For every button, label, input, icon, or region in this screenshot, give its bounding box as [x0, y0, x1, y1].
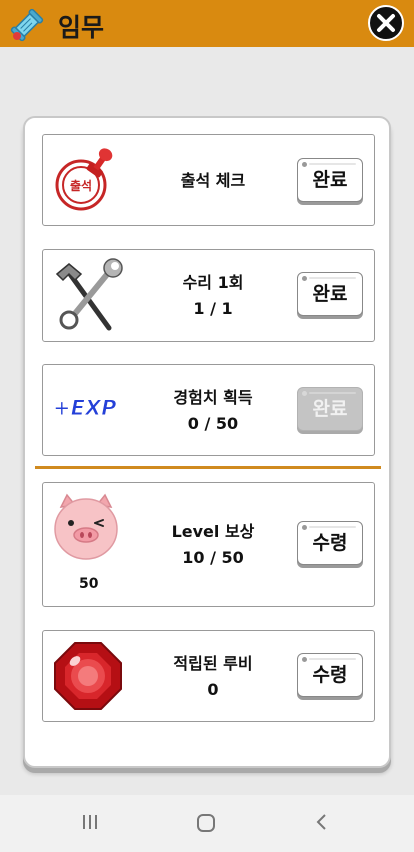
- mission-progress: 0 / 50: [187, 414, 239, 433]
- recent-apps-icon: [83, 815, 97, 829]
- mission-card-attendance: 출석 출석 체크 완료: [42, 134, 375, 226]
- reward-value: 0: [207, 680, 219, 699]
- exp-icon: +EXP: [51, 391, 123, 425]
- mission-title: 출석 체크: [180, 171, 246, 190]
- reward-title: 적립된 루비: [173, 654, 253, 673]
- section-divider: [35, 466, 381, 469]
- page-title: 임무: [58, 13, 105, 42]
- reward-card-level: 50 Level 보상 10 / 50 수령: [42, 482, 375, 607]
- complete-button[interactable]: 완료: [297, 272, 363, 316]
- close-icon: [377, 14, 395, 32]
- mission-card-repair: 수리 1회 1 / 1 완료: [42, 249, 375, 342]
- reward-title: Level 보상: [171, 522, 255, 541]
- stamp-icon: 출석: [51, 145, 123, 217]
- complete-button-disabled: 완료: [297, 387, 363, 431]
- button-label: 수령: [312, 532, 348, 554]
- reward-card-ruby: 적립된 루비 0 수령: [42, 630, 375, 722]
- svg-text:출석: 출석: [70, 178, 92, 193]
- button-label: 완료: [312, 169, 348, 191]
- claim-button[interactable]: 수령: [297, 521, 363, 565]
- mission-title: 경험치 획득: [173, 388, 253, 407]
- back-button[interactable]: [312, 812, 332, 836]
- level-reward-amount: 50: [79, 576, 99, 592]
- home-icon: [197, 814, 215, 832]
- back-icon: [316, 814, 326, 830]
- svg-text:+EXP: +EXP: [53, 396, 117, 420]
- button-label: 완료: [312, 283, 348, 305]
- close-button[interactable]: [368, 5, 404, 41]
- scroll-icon: [8, 6, 46, 44]
- claim-button[interactable]: 수령: [297, 653, 363, 697]
- hammer-wrench-icon: [51, 258, 123, 338]
- pig-icon: [53, 493, 119, 565]
- header-bar: 임무: [0, 0, 414, 47]
- recent-apps-button[interactable]: [80, 812, 100, 836]
- ruby-icon: [53, 641, 123, 715]
- mission-title: 수리 1회: [182, 273, 244, 292]
- button-label: 완료: [312, 398, 348, 420]
- mission-progress: 1 / 1: [193, 299, 233, 318]
- complete-button[interactable]: 완료: [297, 158, 363, 202]
- system-navigation-bar: [0, 795, 414, 852]
- button-label: 수령: [312, 664, 348, 686]
- reward-progress: 10 / 50: [182, 548, 244, 567]
- home-button[interactable]: [195, 812, 217, 838]
- mission-panel: 출석 출석 체크 완료 수리 1회 1 / 1 완료 +EXP 경험치 획득 0…: [23, 116, 391, 768]
- mission-card-exp: +EXP 경험치 획득 0 / 50 완료: [42, 364, 375, 456]
